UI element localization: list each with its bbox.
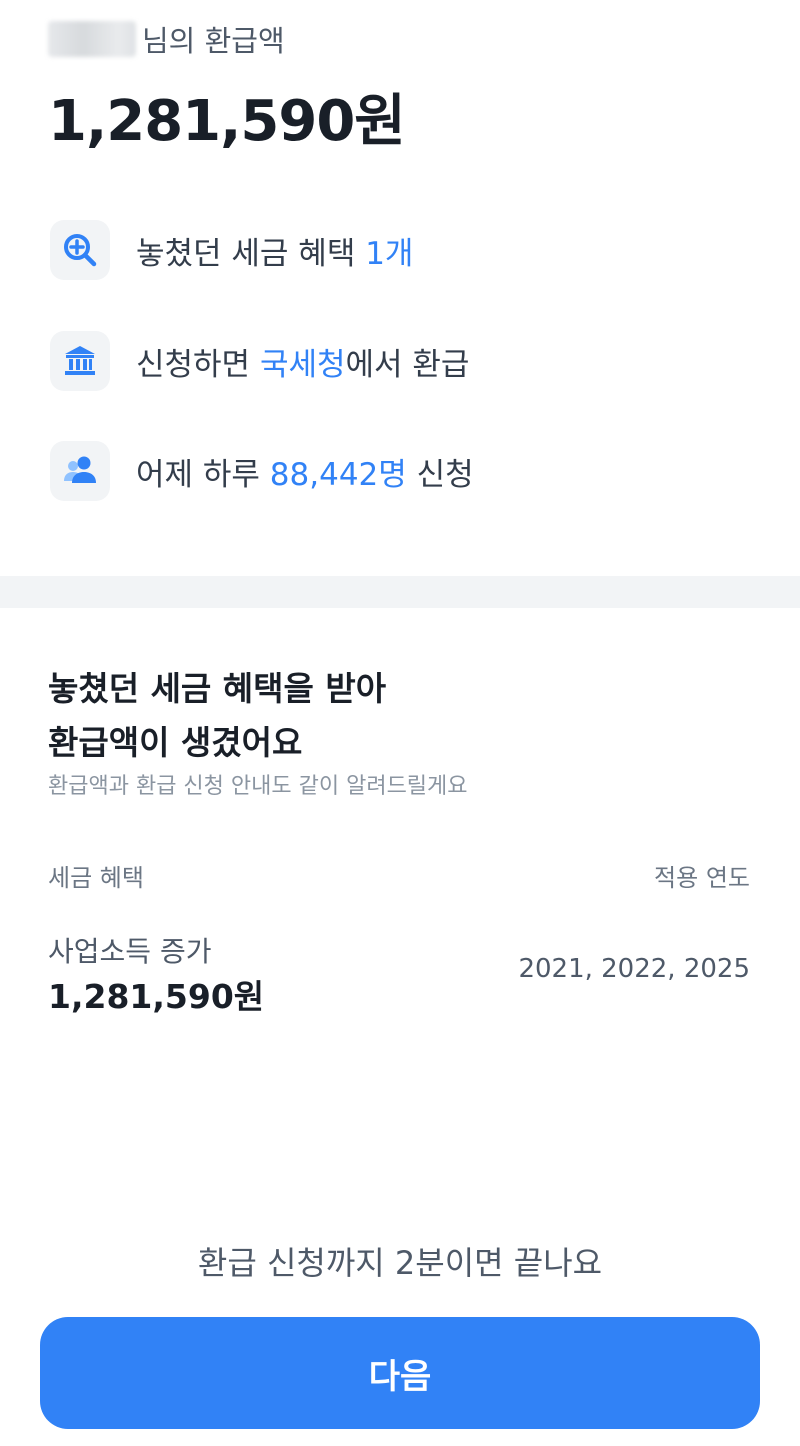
section-title: 놓쳤던 세금 혜택을 받아 환급액이 생겼어요 bbox=[48, 669, 387, 762]
benefit-name: 사업소득 증가 bbox=[48, 935, 212, 968]
greeting-label: 님의 환급액 bbox=[142, 24, 285, 58]
refund-amount: 1,281,590원 bbox=[48, 89, 406, 154]
next-button[interactable]: 다음 bbox=[40, 1317, 760, 1429]
feature-text: 신청하면 국세청에서 환급 bbox=[136, 346, 470, 383]
column-header-benefit: 세금 혜택 bbox=[48, 864, 144, 892]
section-subtitle: 환급액과 환급 신청 안내도 같이 알려드릴게요 bbox=[48, 774, 468, 799]
greeting: 님의 환급액 bbox=[48, 18, 285, 60]
benefit-amount: 1,281,590원 bbox=[48, 977, 265, 1016]
section-divider bbox=[0, 576, 800, 608]
feature-text: 놓쳤던 세금 혜택 1개 bbox=[136, 235, 414, 272]
column-header-year: 적용 연도 bbox=[654, 864, 750, 892]
bank-building-icon bbox=[50, 331, 110, 391]
duration-note: 환급 신청까지 2분이면 끝나요 bbox=[197, 1244, 603, 1282]
magnifier-plus-icon bbox=[50, 220, 110, 280]
user-name-blurred bbox=[48, 21, 136, 57]
feature-nts-refund: 신청하면 국세청에서 환급 bbox=[50, 331, 469, 391]
refund-summary: 님의 환급액 1,281,590원 놓쳤던 세금 혜택 1개 신청하면 국세청에… bbox=[0, 0, 800, 576]
benefit-years: 2021, 2022, 2025 bbox=[518, 954, 750, 984]
users-icon bbox=[50, 441, 110, 501]
feature-applicants: 어제 하루 88,442명 신청 bbox=[50, 441, 474, 501]
feature-text: 어제 하루 88,442명 신청 bbox=[136, 456, 474, 493]
feature-missed-benefit: 놓쳤던 세금 혜택 1개 bbox=[50, 220, 413, 280]
